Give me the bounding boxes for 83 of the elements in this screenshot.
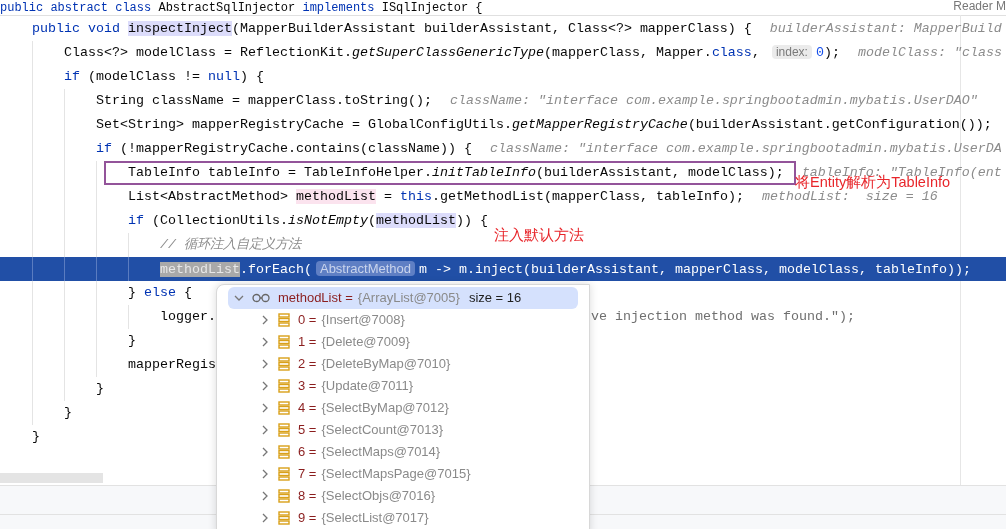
code-line: public void inspectInject(MapperBuilderAssistant builderAssistant, Class<?> mapperClass) { [32, 20, 752, 38]
code-line: String className = mapperClass.toString(); [96, 92, 432, 110]
code-line: } else { [128, 284, 192, 302]
variable-value: {SelectCount@7013} [321, 421, 444, 440]
code-line: logger. [160, 308, 216, 326]
code-line: if (modelClass != null) { [64, 68, 264, 86]
annotation-text: 注入默认方法 [494, 226, 584, 245]
variable-value: {Delete@7009} [321, 333, 410, 352]
tree-row[interactable]: 7 = {SelectMapsPage@7015} [228, 463, 578, 485]
list-icon [278, 489, 290, 503]
list-icon [278, 423, 290, 437]
variable-value: {SelectByMap@7012} [321, 399, 449, 418]
variable-name: 1 = [298, 333, 317, 352]
code-line: } [64, 404, 72, 422]
chevron-right-icon[interactable] [260, 425, 270, 435]
chevron-right-icon[interactable] [260, 491, 270, 501]
code-line: Class<?> modelClass = ReflectionKit.getSuperClassGenericType(mapperClass, Mapper.class, index: 0); [64, 44, 840, 62]
list-icon [278, 379, 290, 393]
inline-value-hint: modelClass: "class [857, 46, 1002, 60]
chevron-right-icon[interactable] [260, 381, 270, 391]
code-line: mapperRegis [128, 356, 216, 374]
chevron-down-icon[interactable] [234, 293, 244, 303]
code-line: ve injection method was found."); [591, 308, 855, 326]
tree-row[interactable]: 1 = {Delete@7009} [228, 331, 578, 353]
variable-value: {Update@7011} [321, 377, 414, 396]
watch-glasses-icon [252, 293, 270, 303]
code-line: if (!mapperRegistryCache.contains(className)) { [96, 140, 472, 158]
tree-row[interactable]: 5 = {SelectCount@7013} [228, 419, 578, 441]
size-label: size = 16 [468, 289, 522, 308]
code-line: // 循环注入自定义方法 [160, 236, 301, 254]
chevron-right-icon[interactable] [260, 447, 270, 457]
chevron-right-icon[interactable] [260, 403, 270, 413]
code-line: } [32, 428, 40, 446]
list-icon [278, 401, 290, 415]
variable-name: 2 = [298, 355, 317, 374]
code-line: public abstract class AbstractSqlInjector implements ISqlInjector { [0, 0, 483, 17]
chevron-right-icon[interactable] [260, 513, 270, 523]
variable-name: 9 = [298, 509, 317, 528]
tree-row[interactable]: 8 = {SelectObjs@7016} [228, 485, 578, 507]
tree-row[interactable]: 6 = {SelectMaps@7014} [228, 441, 578, 463]
code-line: Set<String> mapperRegistryCache = GlobalConfigUtils.getMapperRegistryCache(builderAssistant.getConfiguration()); [96, 116, 992, 134]
list-icon [278, 445, 290, 459]
inline-value-hint: methodList: size = 16 [761, 190, 938, 204]
variable-value: {Insert@7008} [321, 311, 405, 330]
variable-name: methodList = [278, 289, 353, 308]
variable-value: {SelectMapsPage@7015} [321, 465, 471, 484]
list-icon [278, 467, 290, 481]
chevron-right-icon[interactable] [260, 337, 270, 347]
variable-name: 6 = [298, 443, 317, 462]
tree-row[interactable]: 0 = {Insert@7008} [228, 309, 578, 331]
tree-row[interactable]: 9 = {SelectList@7017} [228, 507, 578, 529]
variable-name: 0 = [298, 311, 317, 330]
code-line: List<AbstractMethod> methodList = this.getMethodList(mapperClass, tableInfo); [128, 188, 744, 206]
variable-value: {SelectList@7017} [321, 509, 429, 528]
code-line: methodList.forEach( AbstractMethod m -> m.inject(builderAssistant, mapperClass, modelClass, tableInfo)); [160, 259, 971, 279]
inline-value-hint: className: "interface com.example.springbootadmin.mybatis.UserDAO" [449, 94, 978, 108]
chevron-right-icon[interactable] [260, 359, 270, 369]
code-line: } [96, 380, 104, 398]
variable-value: {ArrayList@7005} [357, 289, 460, 308]
tree-row[interactable]: 4 = {SelectByMap@7012} [228, 397, 578, 419]
inline-value-hint: className: "interface com.example.springbootadmin.mybatis.UserDA [489, 142, 1002, 156]
scrollbar-thumb[interactable] [0, 473, 103, 483]
variable-value: {SelectObjs@7016} [321, 487, 436, 506]
chevron-right-icon[interactable] [260, 469, 270, 479]
tree-row[interactable]: 2 = {DeleteByMap@7010} [228, 353, 578, 375]
variable-name: 5 = [298, 421, 317, 440]
list-icon [278, 357, 290, 371]
inline-value-hint: builderAssistant: MapperBuild [769, 22, 1002, 36]
variable-value: {DeleteByMap@7010} [321, 355, 451, 374]
tree-row[interactable]: 3 = {Update@7011} [228, 375, 578, 397]
chevron-right-icon[interactable] [260, 315, 270, 325]
tree-row[interactable]: methodList = {ArrayList@7005} size = 16 [228, 287, 578, 309]
list-icon [278, 335, 290, 349]
code-line: } [128, 332, 136, 350]
code-line: if (CollectionUtils.isNotEmpty(methodList)) { [128, 212, 488, 230]
list-icon [278, 313, 290, 327]
variable-value: {SelectMaps@7014} [321, 443, 441, 462]
variable-name: 3 = [298, 377, 317, 396]
code-line: TableInfo tableInfo = TableInfoHelper.initTableInfo(builderAssistant, modelClass); [128, 164, 784, 182]
variable-name: 8 = [298, 487, 317, 506]
variable-name: 4 = [298, 399, 317, 418]
variable-name: 7 = [298, 465, 317, 484]
list-icon [278, 511, 290, 525]
